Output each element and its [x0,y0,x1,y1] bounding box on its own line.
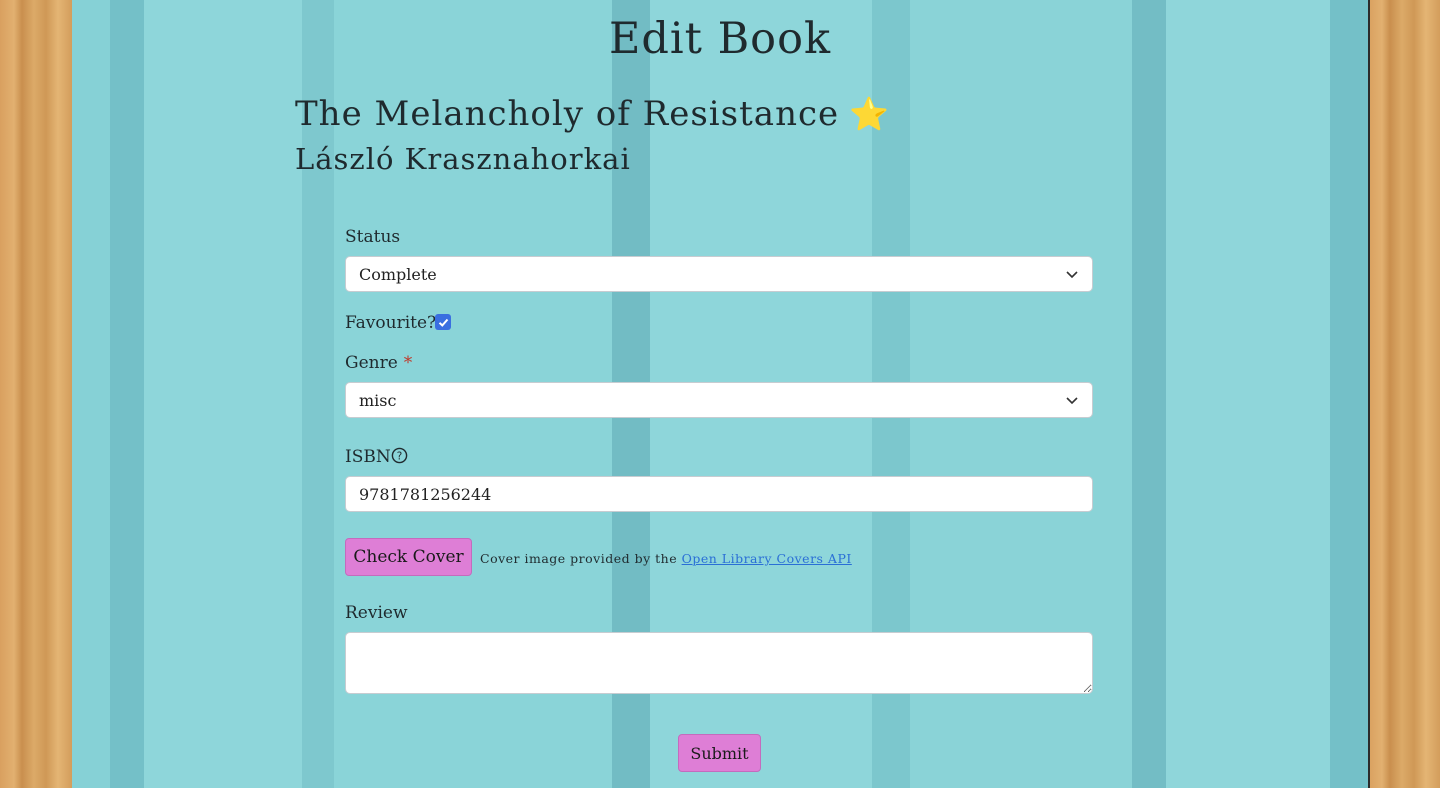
check-icon [438,318,448,327]
cover-note-text: Cover image provided by the [480,551,678,566]
svg-text:?: ? [397,450,403,462]
genre-value: misc [359,390,397,410]
status-value: Complete [359,264,437,284]
review-textarea[interactable] [345,632,1093,694]
genre-label-text: Genre [345,353,398,373]
star-icon: ⭐ [849,95,890,133]
genre-select[interactable]: misc [345,382,1093,418]
submit-button[interactable]: Submit [678,734,761,772]
main-panel: Edit Book The Melancholy of Resistance ⭐ … [72,0,1368,788]
check-cover-button[interactable]: Check Cover [345,538,472,576]
cover-note: Cover image provided by the Open Library… [480,551,852,566]
isbn-label: ISBN [345,447,391,467]
genre-label: Genre * [345,353,412,373]
isbn-input[interactable]: 9781781256244 [345,476,1093,512]
book-author: László Krasznahorkai [295,142,631,176]
status-label: Status [345,227,401,247]
required-marker: * [403,353,413,373]
chevron-down-icon [1066,271,1078,279]
favourite-label: Favourite? [345,313,437,333]
help-icon[interactable]: ? [391,447,408,464]
book-title: The Melancholy of Resistance ⭐ [295,94,890,134]
favourite-checkbox[interactable] [435,314,451,330]
book-title-text: The Melancholy of Resistance [295,94,840,134]
open-library-link[interactable]: Open Library Covers API [682,551,852,566]
status-select[interactable]: Complete [345,256,1093,292]
isbn-value: 9781781256244 [359,484,492,504]
review-label: Review [345,603,408,623]
page-title: Edit Book [608,14,832,64]
chevron-down-icon [1066,397,1078,405]
